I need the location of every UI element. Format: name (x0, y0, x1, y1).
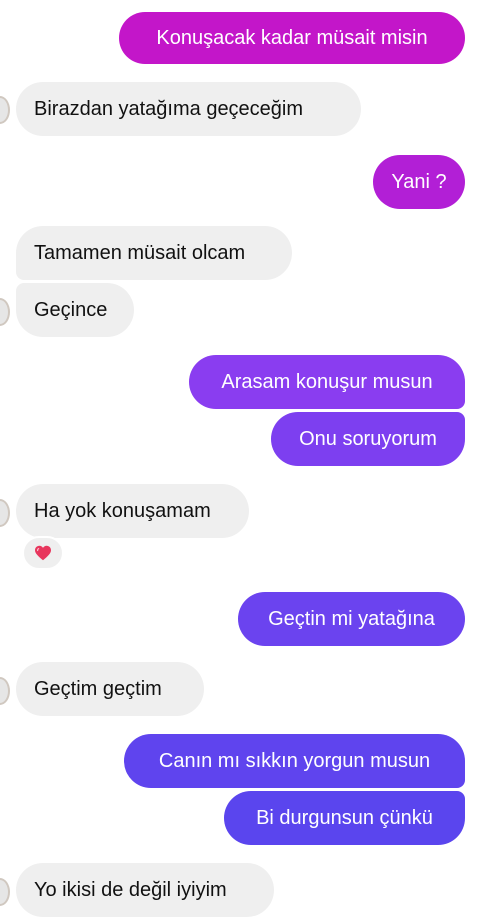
outgoing-message[interactable]: Onu soruyorum (271, 412, 465, 466)
message-text: Geçtin mi yatağına (268, 608, 435, 630)
message-text: Yani ? (391, 171, 447, 193)
message-reaction[interactable] (22, 536, 64, 570)
message-text: Onu soruyorum (299, 428, 437, 450)
message-text: Birazdan yatağıma geçeceğim (34, 98, 304, 120)
incoming-message[interactable]: Ha yok konuşamam (16, 484, 249, 538)
avatar[interactable] (0, 499, 10, 527)
incoming-message[interactable]: Geçince (16, 283, 134, 337)
outgoing-message[interactable]: Yani ? (373, 155, 465, 209)
outgoing-message[interactable]: Arasam konuşur musun (189, 355, 465, 409)
incoming-message[interactable]: Birazdan yatağıma geçeceğim (16, 82, 361, 136)
outgoing-message[interactable]: Bi durgunsun çünkü (224, 791, 465, 845)
message-text: Canın mı sıkkın yorgun musun (158, 750, 431, 772)
message-text: Konuşacak kadar müsait misin (156, 27, 428, 49)
message-text: Bi durgunsun çünkü (256, 807, 433, 829)
message-text: Geçtim geçtim (34, 678, 162, 700)
message-text: Geçince (34, 299, 108, 321)
outgoing-message[interactable]: Canın mı sıkkın yorgun musun (124, 734, 465, 788)
outgoing-message[interactable]: Geçtin mi yatağına (238, 592, 465, 646)
avatar[interactable] (0, 96, 10, 124)
chat-thread: Konuşacak kadar müsait misin Birazdan ya… (0, 0, 477, 924)
heart-icon (35, 545, 51, 561)
avatar[interactable] (0, 878, 10, 906)
message-text: Tamamen müsait olcam (34, 242, 246, 264)
message-text: Yo ikisi de değil iyiyim (34, 879, 227, 901)
incoming-message[interactable]: Geçtim geçtim (16, 662, 204, 716)
outgoing-message[interactable]: Konuşacak kadar müsait misin (119, 12, 465, 64)
message-text: Arasam konuşur musun (221, 371, 433, 393)
incoming-message[interactable]: Yo ikisi de değil iyiyim (16, 863, 274, 917)
avatar[interactable] (0, 298, 10, 326)
message-text: Ha yok konuşamam (34, 500, 211, 522)
avatar[interactable] (0, 677, 10, 705)
incoming-message[interactable]: Tamamen müsait olcam (16, 226, 292, 280)
